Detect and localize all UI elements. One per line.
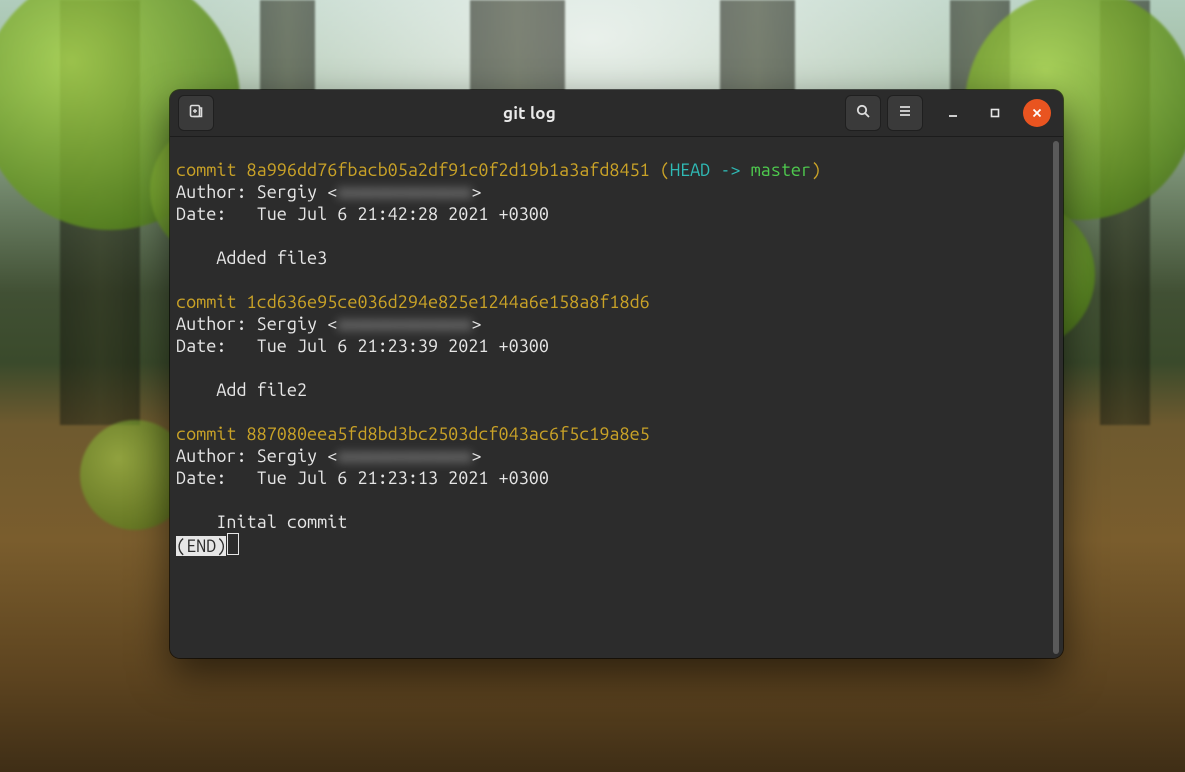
close-button[interactable] [1023, 99, 1051, 127]
desktop-wallpaper: git log [0, 0, 1185, 772]
search-button[interactable] [845, 95, 881, 131]
new-tab-icon [188, 103, 204, 123]
scrollbar-thumb[interactable] [1053, 141, 1059, 654]
hamburger-menu-button[interactable] [887, 95, 923, 131]
terminal-output[interactable]: commit 8a996dd76fbacb05a2df91c0f2d19b1a3… [170, 137, 1051, 658]
minimize-icon [947, 107, 959, 119]
titlebar[interactable]: git log [170, 90, 1063, 137]
maximize-icon [989, 107, 1001, 119]
close-icon [1031, 107, 1043, 119]
terminal-scrollbar[interactable] [1051, 137, 1063, 658]
window-controls [939, 99, 1051, 127]
terminal-body: commit 8a996dd76fbacb05a2df91c0f2d19b1a3… [170, 137, 1063, 658]
terminal-window: git log [170, 90, 1063, 658]
window-title: git log [220, 104, 839, 123]
new-tab-button[interactable] [178, 95, 214, 131]
search-icon [855, 103, 871, 123]
minimize-button[interactable] [939, 99, 967, 127]
header-right [845, 95, 1055, 131]
maximize-button[interactable] [981, 99, 1009, 127]
hamburger-icon [897, 103, 913, 123]
